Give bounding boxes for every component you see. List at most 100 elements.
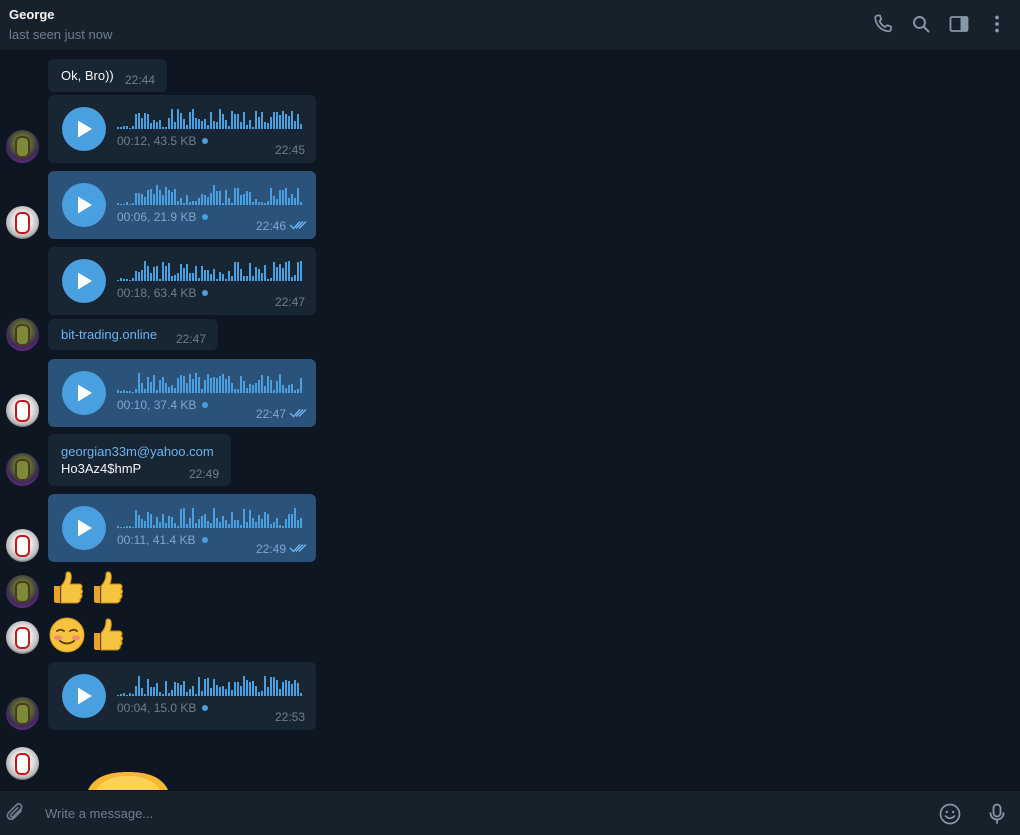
waveform-bar: [276, 381, 278, 393]
smiling-face-emoji[interactable]: [48, 616, 86, 654]
waveform-bar: [282, 268, 284, 281]
voice-message[interactable]: 00:06, 21.9 KB 22:46: [48, 171, 316, 239]
avatar-george[interactable]: [6, 575, 39, 608]
waveform-bar: [213, 679, 215, 696]
avatar-self[interactable]: [6, 747, 39, 780]
unplayed-dot: [202, 705, 209, 711]
emoji-icon[interactable]: [938, 802, 962, 826]
voice-message[interactable]: 00:10, 37.4 KB 22:47: [48, 359, 316, 427]
waveform-bar: [294, 198, 296, 205]
waveform[interactable]: [117, 371, 303, 393]
waveform-bar: [294, 121, 296, 129]
waveform-bar: [279, 374, 281, 393]
waveform[interactable]: [117, 107, 303, 129]
search-icon[interactable]: [909, 12, 933, 36]
waveform[interactable]: [117, 506, 303, 528]
contact-name[interactable]: George: [9, 7, 55, 22]
thumbs-up-emoji[interactable]: [88, 616, 126, 654]
message-bubble[interactable]: georgian33m@yahoo.com Ho3Az4$hmP 22:49: [48, 434, 231, 486]
avatar-george[interactable]: [6, 453, 39, 486]
waveform-bar: [126, 202, 128, 205]
waveform-bar: [264, 676, 266, 696]
avatar-george[interactable]: [6, 130, 39, 163]
message-time: 22:44: [125, 73, 156, 87]
read-check-icon: [289, 221, 307, 230]
waveform-bar: [141, 118, 143, 129]
avatar-self[interactable]: [6, 621, 39, 654]
waveform-bar: [153, 525, 155, 528]
voice-message[interactable]: 00:18, 63.4 KB 22:47: [48, 247, 316, 315]
waveform-bar: [249, 192, 251, 205]
waveform-bar: [270, 117, 272, 129]
waveform-bar: [147, 679, 149, 696]
message-bubble[interactable]: bit-trading.online 22:47: [48, 319, 218, 350]
unplayed-dot: [201, 537, 208, 543]
waveform-bar: [228, 682, 230, 696]
play-button[interactable]: [62, 506, 106, 550]
voice-message[interactable]: 00:12, 43.5 KB 22:45: [48, 95, 316, 163]
play-button[interactable]: [62, 371, 106, 415]
message-bubble[interactable]: Ok, Bro)) 22:44: [48, 59, 167, 92]
waveform-bar: [282, 526, 284, 528]
waveform-bar: [237, 520, 239, 528]
waveform[interactable]: [117, 674, 303, 696]
waveform[interactable]: [117, 183, 303, 205]
thumbs-up-emoji[interactable]: [48, 569, 86, 607]
avatar-self[interactable]: [6, 529, 39, 562]
waveform-bar: [180, 685, 182, 696]
voice-message[interactable]: 00:04, 15.0 KB 22:53: [48, 662, 316, 730]
waveform-bar: [240, 269, 242, 281]
waveform-bar: [270, 677, 272, 696]
waveform-bar: [150, 687, 152, 696]
message-composer: [0, 790, 1020, 835]
voice-message[interactable]: 00:11, 41.4 KB 22:49: [48, 494, 316, 562]
phone-icon[interactable]: [871, 12, 895, 36]
thumbs-up-emoji[interactable]: [88, 569, 126, 607]
message-input[interactable]: [45, 803, 905, 823]
waveform-bar: [300, 693, 302, 696]
microphone-icon[interactable]: [985, 802, 1009, 826]
waveform-bar: [159, 380, 161, 393]
waveform-bar: [141, 688, 143, 696]
play-button[interactable]: [62, 183, 106, 227]
waveform-bar: [153, 194, 155, 205]
waveform-bar: [213, 377, 215, 393]
play-button[interactable]: [62, 259, 106, 303]
waveform[interactable]: [117, 259, 303, 281]
waveform-bar: [216, 378, 218, 393]
play-button[interactable]: [62, 674, 106, 718]
waveform-bar: [156, 390, 158, 393]
waveform-bar: [270, 278, 272, 281]
large-emoji-partial[interactable]: [86, 771, 170, 790]
avatar-self[interactable]: [6, 394, 39, 427]
waveform-bar: [123, 390, 125, 393]
waveform-bar: [240, 122, 242, 129]
play-button[interactable]: [62, 107, 106, 151]
waveform-bar: [288, 385, 290, 393]
avatar-self[interactable]: [6, 206, 39, 239]
paperclip-icon[interactable]: [5, 801, 27, 825]
waveform-bar: [135, 193, 137, 205]
message-list[interactable]: Ok, Bro)) 22:44 00:12, 43.5 KB 22:45 00:…: [0, 51, 1020, 790]
avatar-george[interactable]: [6, 318, 39, 351]
waveform-bar: [195, 118, 197, 129]
waveform-bar: [252, 518, 254, 528]
sidebar-toggle-icon[interactable]: [947, 12, 971, 36]
waveform-bar: [129, 526, 131, 528]
waveform-bar: [153, 267, 155, 281]
waveform-bar: [255, 383, 257, 393]
more-vertical-icon[interactable]: [985, 12, 1009, 36]
waveform-bar: [192, 273, 194, 281]
waveform-bar: [228, 524, 230, 528]
waveform-bar: [195, 523, 197, 528]
waveform-bar: [132, 203, 134, 205]
waveform-bar: [216, 685, 218, 696]
waveform-bar: [135, 114, 137, 129]
message-link[interactable]: bit-trading.online: [61, 327, 157, 342]
waveform-bar: [198, 278, 200, 281]
avatar-george[interactable]: [6, 697, 39, 730]
voice-meta: 00:06, 21.9 KB: [117, 210, 209, 224]
message-link[interactable]: georgian33m@yahoo.com: [61, 444, 214, 459]
waveform-bar: [288, 681, 290, 696]
waveform-bar: [171, 109, 173, 129]
